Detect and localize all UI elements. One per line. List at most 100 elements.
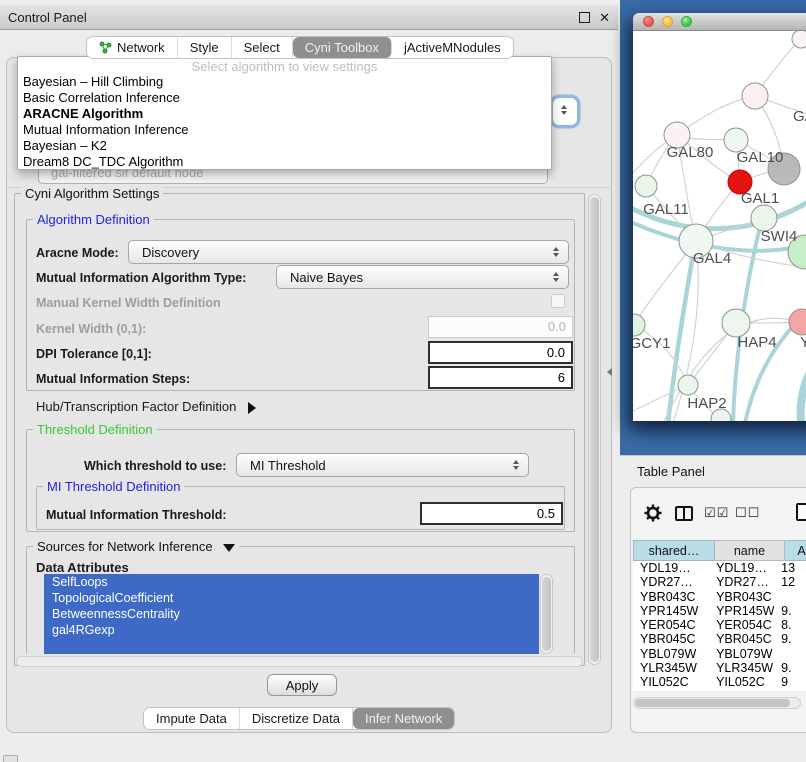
float-window-icon[interactable]: [579, 12, 590, 23]
settings-vertical-scrollbar[interactable]: [588, 194, 601, 665]
column-header-sharedname[interactable]: shared…: [633, 540, 715, 561]
table-panel-title: Table Panel: [637, 464, 705, 479]
cell: YDR27…: [709, 575, 774, 589]
tab-select[interactable]: Select: [232, 37, 293, 58]
mi-algorithm-type-combobox[interactable]: Naive Bayes: [276, 265, 569, 289]
algorithm-combobox-focused-edge[interactable]: [552, 97, 578, 126]
manual-kernel-width-checkbox[interactable]: [551, 294, 565, 308]
kernel-width-field[interactable]: 0.0: [428, 316, 573, 338]
label-swi4: SWI4: [761, 228, 798, 245]
label-gal11: GAL11: [643, 201, 689, 218]
sources-legend: Sources for Network Inference: [33, 539, 239, 554]
settings-horizontal-scrollbar[interactable]: [16, 656, 583, 667]
select-all-columns-icon[interactable]: ☑☑: [704, 505, 729, 521]
tab-infer-network[interactable]: Infer Network: [353, 708, 454, 729]
attributes-scrollbar-thumb[interactable]: [542, 577, 551, 651]
cell: 12: [774, 575, 806, 589]
tab-discretize-data[interactable]: Discretize Data: [240, 708, 353, 729]
data-attributes-list[interactable]: SelfLoops TopologicalCoefficient Between…: [44, 574, 539, 654]
gear-icon[interactable]: [644, 504, 662, 522]
cell: [774, 590, 806, 604]
table-row[interactable]: YER054CYER054C8.: [633, 618, 806, 632]
network-window-titlebar[interactable]: [633, 13, 806, 31]
tab-network[interactable]: Network: [87, 37, 178, 58]
tab-impute-data[interactable]: Impute Data: [144, 708, 240, 729]
which-threshold-combobox[interactable]: MI Threshold: [236, 453, 529, 477]
network-canvas[interactable]: GAL GAL80 GAL10 GAL1 GAL11 SWI4 GAL4 GCY…: [633, 31, 806, 421]
label-gal-clipped: GAL: [793, 108, 806, 125]
hub-definition-toggle[interactable]: Hub/Transcription Factor Definition: [36, 399, 256, 414]
close-traffic-light-icon[interactable]: [643, 16, 654, 27]
dropdown-item-dream8[interactable]: Dream8 DC_TDC Algorithm: [18, 154, 551, 170]
close-icon[interactable]: ✕: [599, 12, 610, 23]
node-pink-top[interactable]: [742, 83, 768, 109]
mi-steps-value: 6: [558, 370, 565, 385]
splitter-collapse-icon[interactable]: [607, 368, 612, 376]
table-row[interactable]: YBR043CYBR043C: [633, 590, 806, 604]
node-top[interactable]: [792, 31, 806, 48]
cell: YPR145W: [709, 604, 774, 618]
table-row[interactable]: YIL052CYIL052C9: [633, 675, 806, 689]
attributes-list-scrollbar[interactable]: [540, 574, 553, 654]
dpi-tolerance-field[interactable]: 0.0: [428, 341, 573, 364]
table-horizontal-scrollbar[interactable]: [633, 697, 801, 709]
tab-cyni-toolbox[interactable]: Cyni Toolbox: [293, 37, 392, 58]
settings-scrollbar-thumb[interactable]: [590, 197, 599, 662]
mi-threshold-field[interactable]: 0.5: [420, 502, 563, 525]
tab-style[interactable]: Style: [178, 37, 232, 58]
zoom-traffic-light-icon[interactable]: [681, 16, 692, 27]
cell: YDL19…: [709, 561, 774, 575]
apply-button[interactable]: Apply: [267, 674, 337, 696]
control-panel-tabs: Network Style Select Cyni Toolbox jActiv…: [86, 36, 514, 59]
dropdown-item-aracne[interactable]: ARACNE Algorithm: [18, 106, 551, 122]
control-panel-title: Control Panel: [8, 10, 87, 25]
deselect-all-columns-icon[interactable]: ☐☐: [735, 505, 760, 521]
node-salmon[interactable]: [789, 309, 806, 335]
node-hap2[interactable]: [678, 375, 698, 395]
dropdown-item-bayesian-hill-climbing[interactable]: Bayesian – Hill Climbing: [18, 74, 551, 90]
network-graph: GAL GAL80 GAL10 GAL1 GAL11 SWI4 GAL4 GCY…: [633, 31, 806, 421]
table-row[interactable]: YBL079WYBL079W: [633, 647, 806, 661]
collapsed-panel-button[interactable]: [3, 755, 18, 762]
table-row[interactable]: YDL19…YDL19…13: [633, 561, 806, 575]
node-gal11[interactable]: [635, 175, 657, 197]
table-row[interactable]: YDR27…YDR27…12: [633, 575, 806, 589]
table-row[interactable]: YBR045CYBR045C9.: [633, 632, 806, 646]
sources-legend-text: Sources for Network Inference: [37, 539, 213, 554]
label-gcy1: GCY1: [633, 335, 670, 352]
column-header-clipped[interactable]: A: [785, 540, 806, 561]
node-hap4[interactable]: [722, 309, 750, 337]
cell: YBR045C: [709, 632, 774, 646]
tab-impute-data-label: Impute Data: [156, 711, 227, 726]
column-header-name[interactable]: name: [715, 540, 785, 561]
bottom-tabs: Impute Data Discretize Data Infer Networ…: [143, 707, 455, 730]
aracne-mode-combobox[interactable]: Discovery: [128, 240, 569, 264]
chevron-right-icon: [248, 402, 256, 414]
cell: 9.: [774, 604, 806, 618]
table-row[interactable]: YLR345WYLR345W9.: [633, 661, 806, 675]
list-item-gal4rgexp[interactable]: gal4RGexp: [44, 622, 539, 638]
list-item-selfloops[interactable]: SelfLoops: [44, 574, 539, 590]
table-body: YDL19…YDL19…13 YDR27…YDR27…12 YBR043CYBR…: [633, 561, 806, 691]
list-item-betweennesscentrality[interactable]: BetweennessCentrality: [44, 606, 539, 622]
minimize-traffic-light-icon[interactable]: [662, 16, 673, 27]
table-row[interactable]: YPR145WYPR145W9.: [633, 604, 806, 618]
tab-jactivemnodules[interactable]: jActiveMNodules: [392, 37, 513, 58]
network-nodes[interactable]: [633, 31, 806, 421]
dropdown-item-bayesian-k2[interactable]: Bayesian – K2: [18, 138, 551, 154]
split-panel-icon[interactable]: [675, 506, 693, 521]
dropdown-item-basic-correlation[interactable]: Basic Correlation Inference: [18, 90, 551, 106]
label-gal1: GAL1: [741, 190, 779, 207]
dropdown-item-mutual-information[interactable]: Mutual Information Inference: [18, 122, 551, 138]
cell: 9: [774, 675, 806, 689]
list-item-topologicalcoefficient[interactable]: TopologicalCoefficient: [44, 590, 539, 606]
cell: 8.: [774, 618, 806, 632]
new-table-icon[interactable]: [796, 503, 806, 521]
combobox-stepper-icon: [513, 460, 519, 470]
node-gcy1[interactable]: [633, 314, 645, 336]
chevron-down-icon[interactable]: [223, 544, 235, 552]
table-scrollbar-thumb[interactable]: [635, 699, 790, 707]
node-labels: GAL GAL80 GAL10 GAL1 GAL11 SWI4 GAL4 GCY…: [633, 108, 806, 412]
mi-steps-field[interactable]: 6: [428, 366, 573, 389]
network-view-window[interactable]: GAL GAL80 GAL10 GAL1 GAL11 SWI4 GAL4 GCY…: [633, 13, 806, 421]
